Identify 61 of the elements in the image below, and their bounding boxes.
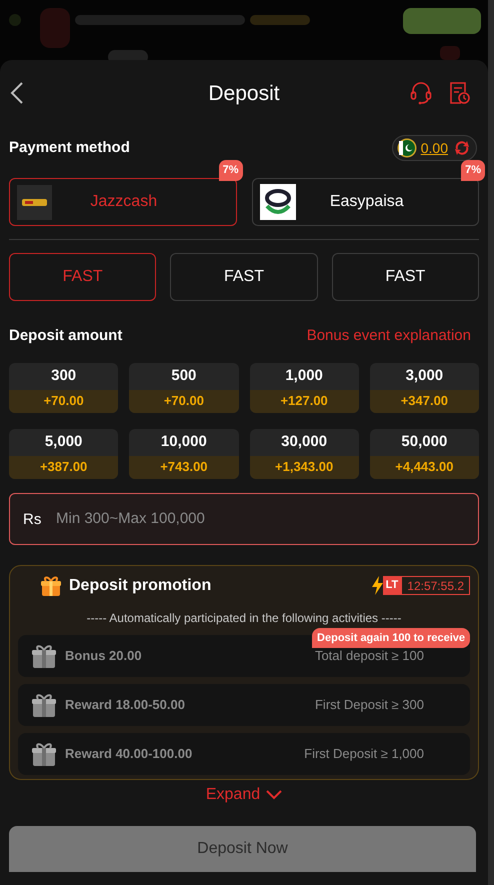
currency-label: Rs <box>23 510 42 530</box>
gift-icon <box>31 692 57 718</box>
receive-tip-badge: Deposit again 100 to receive <box>312 628 470 648</box>
expand-button[interactable]: Expand <box>206 782 282 806</box>
promotion-condition: First Deposit ≥ 300 <box>314 696 424 714</box>
amount-value: 30,000 <box>280 432 328 452</box>
balance-amount: 0.00 <box>420 138 448 158</box>
promotion-reward: Reward 40.00-100.00 <box>65 744 192 763</box>
bonus-amount: +127.00 <box>250 390 359 412</box>
bonus-amount: +4,443.00 <box>370 456 479 478</box>
limited-time-badge: LT <box>382 576 402 595</box>
payment-method-card[interactable]: Easypaisa <box>252 178 479 226</box>
channel-tab[interactable]: FAST <box>170 253 318 301</box>
section-title: Deposit amount <box>9 326 122 346</box>
amount-option[interactable]: 5,000 +387.00 <box>9 428 118 478</box>
bonus-amount: +743.00 <box>129 456 238 478</box>
promotion-reward: Bonus 20.00 <box>65 646 142 665</box>
bonus-amount: +70.00 <box>9 390 118 412</box>
countdown-timer: 12:57:55.2 <box>401 576 470 595</box>
lightning-icon <box>372 576 383 595</box>
page-title: Deposit <box>208 82 280 105</box>
amount-option[interactable]: 1,000 +127.00 <box>250 362 359 412</box>
amount-value: 300 <box>50 366 78 386</box>
promotion-note: ----- Automatically participated in the following activities ----- <box>86 610 402 626</box>
amount-option[interactable]: 3,000 +347.00 <box>370 362 479 412</box>
channel-tab[interactable]: FAST <box>9 253 156 301</box>
percent-badge: 7% <box>218 160 242 180</box>
amount-option[interactable]: 500 +70.00 <box>129 362 238 412</box>
promotion-title: Deposit promotion <box>69 576 212 596</box>
amount-value: 500 <box>170 366 198 386</box>
promotion-condition: First Deposit ≥ 1,000 <box>304 744 424 763</box>
payment-method-card[interactable]: Jazzcash <box>9 178 236 226</box>
channel-tab[interactable]: FAST <box>332 253 479 301</box>
gift-icon <box>31 642 57 668</box>
headset-icon[interactable] <box>410 80 432 104</box>
bonus-amount: +347.00 <box>370 390 479 412</box>
flag-icon <box>396 138 417 158</box>
amount-value: 3,000 <box>404 366 444 386</box>
section-title: Payment method <box>9 138 130 158</box>
amount-value: 1,000 <box>284 366 324 386</box>
amount-option[interactable]: 30,000 +1,343.00 <box>250 428 359 478</box>
bonus-explanation-link[interactable]: Bonus event explanation <box>306 325 471 348</box>
amount-value: 50,000 <box>400 432 448 452</box>
bonus-amount: +1,343.00 <box>250 456 359 478</box>
amount-option[interactable]: 10,000 +743.00 <box>129 428 238 478</box>
gift-icon <box>31 740 57 766</box>
wallet-logo-icon <box>17 184 52 220</box>
bonus-amount: +387.00 <box>9 456 118 478</box>
promotion-condition: Total deposit ≥ 100 <box>314 646 424 665</box>
bonus-amount: +70.00 <box>129 390 238 412</box>
chevron-down-icon <box>266 790 282 800</box>
amount-option[interactable]: 50,000 +4,443.00 <box>370 428 479 478</box>
amount-value: 10,000 <box>160 432 208 452</box>
refresh-icon[interactable] <box>452 138 472 158</box>
amount-option[interactable]: 300 +70.00 <box>9 362 118 412</box>
promotion-reward: Reward 18.00-50.00 <box>65 696 185 714</box>
history-icon[interactable] <box>448 80 470 104</box>
percent-badge: 7% <box>461 160 485 180</box>
wallet-logo-icon <box>260 184 296 220</box>
gift-icon <box>40 574 62 596</box>
amount-value: 5,000 <box>44 432 84 452</box>
